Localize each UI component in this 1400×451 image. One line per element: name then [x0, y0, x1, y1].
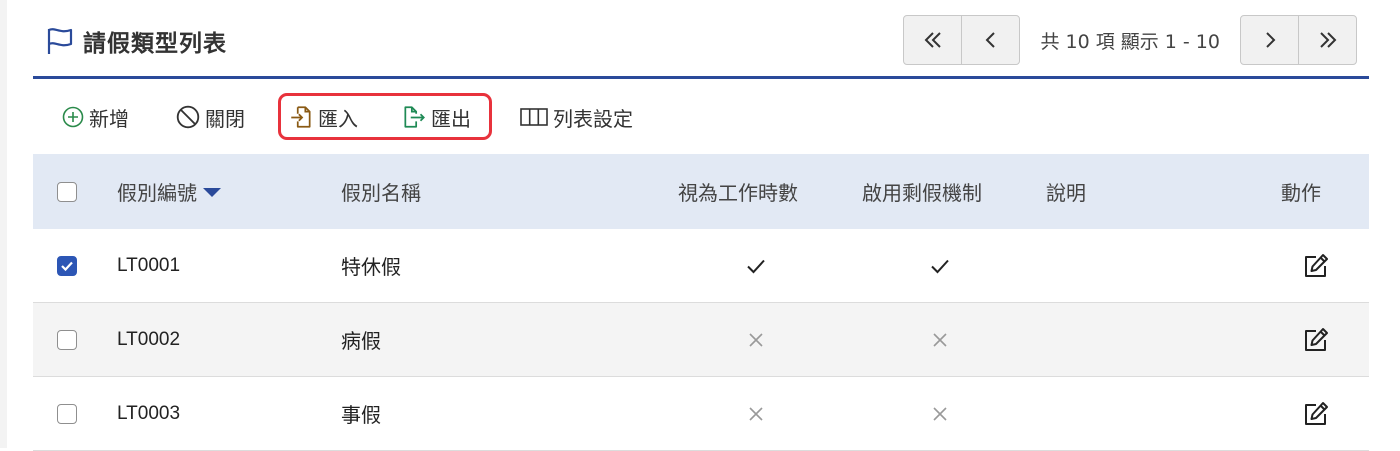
export-label: 匯出: [431, 106, 471, 131]
chevron-left-icon: [985, 32, 995, 48]
leave-name: 特休假: [341, 255, 401, 279]
column-header-work-hours[interactable]: 視為工作時數: [678, 154, 798, 229]
work-hours-status: [741, 377, 771, 450]
check-icon: [747, 259, 765, 273]
cross-icon: [933, 332, 947, 347]
checkmark-icon: [61, 261, 73, 271]
plus-circle-icon: [62, 106, 84, 128]
row-select-cell: [57, 229, 77, 302]
leave-balance-status: [925, 303, 955, 376]
select-all-checkbox[interactable]: [57, 181, 77, 202]
cross-icon: [749, 332, 763, 347]
edit-icon: [1305, 327, 1328, 351]
row-select-cell: [57, 377, 77, 450]
column-header-description[interactable]: 說明: [1046, 154, 1086, 229]
next-page-button[interactable]: [1241, 16, 1298, 64]
ban-icon: [176, 105, 200, 129]
sort-desc-icon: [203, 188, 221, 197]
first-page-button[interactable]: [904, 16, 961, 64]
row-checkbox[interactable]: [57, 329, 77, 350]
work-hours-status: [741, 229, 771, 302]
page-title: 請假類型列表: [83, 31, 227, 57]
close-label: 關閉: [205, 106, 245, 131]
pagination-info: 共 10 項 顯示 1 - 10: [1040, 30, 1220, 53]
leave-code: LT0001: [117, 254, 181, 276]
file-import-icon: [291, 106, 311, 128]
close-button[interactable]: 關閉: [175, 99, 245, 135]
row-select-cell: [57, 303, 77, 376]
prev-page-button[interactable]: [961, 16, 1019, 64]
edit-icon: [1305, 401, 1328, 425]
leave-code: LT0002: [117, 328, 181, 350]
column-code-label: 假別編號: [117, 181, 197, 205]
add-label: 新增: [89, 106, 129, 131]
leave-balance-status: [925, 377, 955, 450]
row-checkbox[interactable]: [57, 255, 77, 276]
export-button[interactable]: 匯出: [401, 99, 471, 135]
cross-icon: [933, 406, 947, 421]
add-button[interactable]: 新增: [61, 99, 129, 135]
pagination: 共 10 項 顯示 1 - 10: [903, 15, 1357, 65]
panel-header: 請假類型列表 共 10 項 顯示 1 - 10: [33, 0, 1369, 79]
file-export-icon: [404, 106, 425, 128]
column-header-action: 動作: [1281, 181, 1321, 205]
row-checkbox[interactable]: [57, 403, 77, 424]
table-row[interactable]: LT0001 特休假: [33, 229, 1369, 303]
leave-code: LT0003: [117, 402, 181, 424]
pagination-prev-group: [903, 15, 1021, 65]
leave-type-panel: 請假類型列表 共 10 項 顯示 1 - 10 新增 關閉 匯入 匯出 列表設定…: [33, 0, 1369, 451]
cross-icon: [749, 406, 763, 421]
edit-icon: [1305, 253, 1328, 277]
table-row[interactable]: LT0003 事假: [33, 377, 1369, 451]
work-hours-status: [741, 303, 771, 376]
leave-name: 事假: [341, 403, 381, 427]
pagination-next-group: [1240, 15, 1357, 65]
last-page-button[interactable]: [1298, 16, 1356, 64]
column-header-name[interactable]: 假別名稱: [341, 154, 421, 229]
chevron-right-icon: [1265, 32, 1275, 48]
flag-icon: [47, 28, 73, 54]
import-label: 匯入: [318, 106, 358, 131]
left-edge: [0, 0, 7, 448]
column-header-leave-balance[interactable]: 啟用剩假機制: [862, 154, 982, 229]
table-row[interactable]: LT0002 病假: [33, 303, 1369, 377]
column-header-code[interactable]: 假別編號: [117, 154, 221, 229]
columns-icon: [520, 108, 548, 126]
leave-balance-status: [925, 229, 955, 302]
leave-name: 病假: [341, 329, 381, 353]
edit-button[interactable]: [1301, 303, 1331, 376]
double-chevron-left-icon: [924, 32, 941, 48]
double-chevron-right-icon: [1319, 32, 1336, 48]
import-button[interactable]: 匯入: [288, 99, 358, 135]
table-body: LT0001 特休假 LT0002 病假 LT0003 事假: [33, 229, 1369, 451]
table-header: 假別編號 假別名稱 視為工作時數 啟用剩假機制 說明 動作: [33, 154, 1369, 229]
edit-button[interactable]: [1301, 377, 1331, 450]
list-settings-label: 列表設定: [553, 106, 633, 131]
toolbar: 新增 關閉 匯入 匯出 列表設定: [33, 79, 1369, 154]
leave-type-table: 假別編號 假別名稱 視為工作時數 啟用剩假機制 說明 動作 LT0001 特休假 L…: [33, 154, 1369, 451]
check-icon: [931, 259, 949, 273]
edit-button[interactable]: [1301, 229, 1331, 302]
list-settings-button[interactable]: 列表設定: [519, 99, 633, 135]
select-all-cell: [57, 154, 77, 229]
